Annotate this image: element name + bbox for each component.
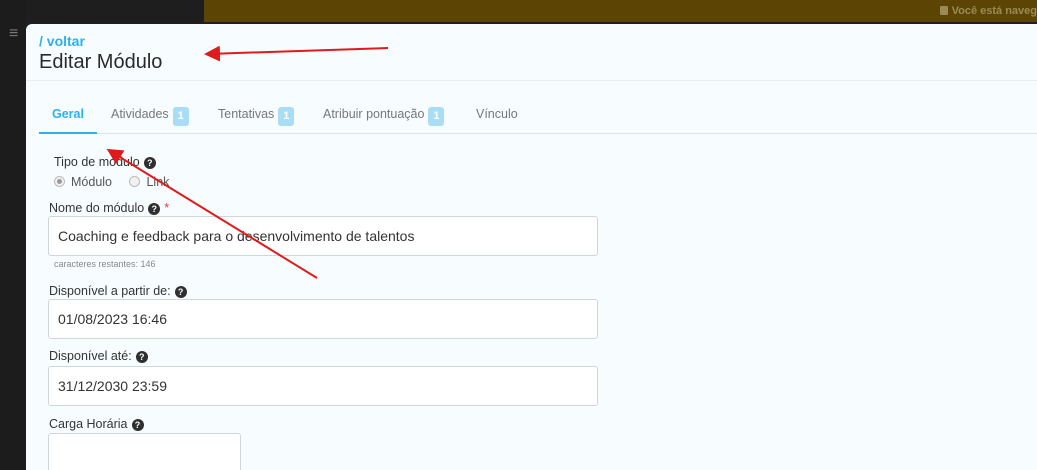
workload-input[interactable] bbox=[48, 433, 241, 470]
tab-atividades[interactable]: Atividades 1 bbox=[111, 103, 189, 134]
available-from-input[interactable]: 01/08/2023 16:46 bbox=[48, 299, 598, 339]
tab-atribuir-pontuacao[interactable]: Atribuir pontuação 1 bbox=[323, 103, 445, 134]
left-rail: ≡ bbox=[0, 0, 26, 470]
count-badge: 1 bbox=[278, 107, 295, 126]
count-badge: 1 bbox=[172, 107, 189, 126]
edit-module-panel: / voltar Editar Módulo Geral Atividades 1… bbox=[26, 24, 1037, 470]
divider bbox=[26, 80, 1037, 81]
lock-icon bbox=[939, 6, 948, 15]
back-link[interactable]: / voltar bbox=[39, 33, 85, 49]
help-icon[interactable]: ? bbox=[131, 419, 144, 431]
count-badge: 1 bbox=[428, 107, 445, 126]
help-icon[interactable]: ? bbox=[148, 203, 161, 215]
topbar-left bbox=[26, 0, 204, 22]
tab-bar: Geral Atividades 1 Tentativas 1 Atribuir p… bbox=[39, 103, 1037, 134]
radio-button[interactable] bbox=[129, 176, 141, 187]
available-until-label: Disponível até:? bbox=[49, 349, 148, 363]
workload-label: Carga Horária? bbox=[49, 417, 144, 431]
module-name-label: Nome do módulo? * bbox=[49, 201, 170, 215]
help-icon[interactable]: ? bbox=[174, 286, 187, 298]
radio-button[interactable] bbox=[54, 176, 65, 187]
required-marker: * bbox=[164, 201, 170, 215]
available-until-input[interactable]: 31/12/2030 23:59 bbox=[48, 366, 598, 406]
app-logo-icon: ≡ bbox=[9, 25, 19, 42]
module-type-label: Tipo de módulo? bbox=[54, 155, 156, 169]
chars-remaining-hint: caracteres restantes: 146 bbox=[54, 259, 156, 269]
tab-geral[interactable]: Geral bbox=[39, 103, 97, 134]
tab-vinculo[interactable]: Vínculo bbox=[476, 103, 518, 134]
available-from-label: Disponível a partir de:? bbox=[49, 284, 187, 298]
impersonation-notice: Você está naveg bbox=[939, 5, 1037, 17]
module-name-input[interactable]: Coaching e feedback para o desenvolvimen… bbox=[48, 216, 598, 256]
help-icon[interactable]: ? bbox=[135, 351, 148, 363]
radio-option-link[interactable]: Link bbox=[129, 175, 169, 189]
impersonation-banner: Você está naveg bbox=[204, 0, 1037, 22]
tab-tentativas[interactable]: Tentativas 1 bbox=[218, 103, 295, 134]
help-icon[interactable]: ? bbox=[143, 157, 156, 169]
page-title: Editar Módulo bbox=[39, 51, 163, 73]
module-type-radio-group: Módulo Link bbox=[54, 175, 183, 189]
radio-option-modulo[interactable]: Módulo bbox=[54, 175, 112, 189]
